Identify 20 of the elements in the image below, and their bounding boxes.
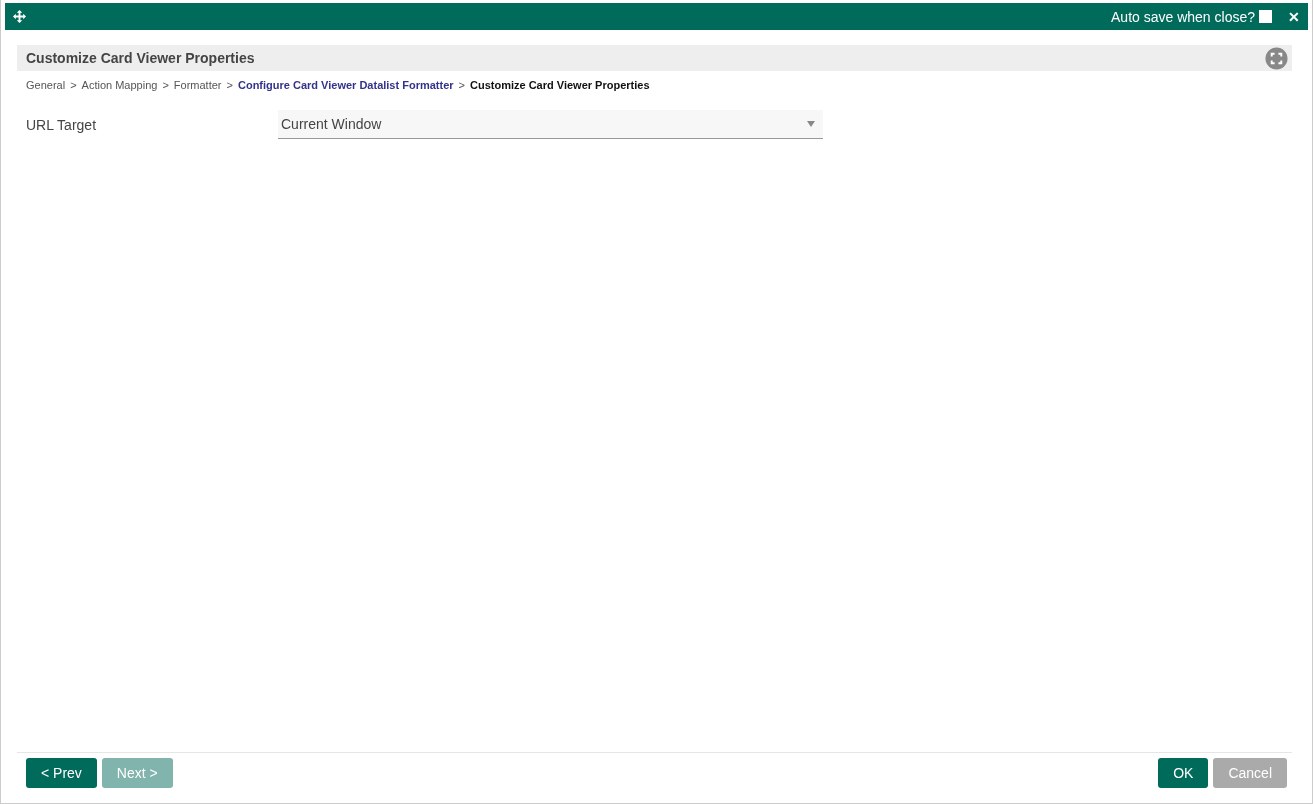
breadcrumb-separator: > [226,79,233,91]
breadcrumb-item[interactable]: Configure Card Viewer Datalist Formatter [237,79,454,91]
autosave-label: Auto save when close? [1111,8,1255,25]
breadcrumb-item[interactable]: General [26,79,66,91]
field-label: URL Target [26,116,98,133]
breadcrumb-item[interactable]: Action Mapping [81,79,158,91]
prev-button[interactable]: < Prev [26,758,97,788]
breadcrumb-separator: > [458,79,465,91]
move-icon[interactable] [13,10,26,23]
ok-button[interactable]: OK [1158,758,1209,788]
breadcrumb-separator: > [70,79,77,91]
breadcrumb-separator: > [162,79,169,91]
dropdown-arrow-icon [807,121,815,127]
autosave-checkbox[interactable] [1259,10,1272,23]
breadcrumb-item[interactable]: Formatter [173,79,222,91]
breadcrumb-item: Customize Card Viewer Properties [470,79,650,91]
url-target-dropdown[interactable]: Current Window [278,110,823,139]
panel-title: Customize Card Viewer Properties [26,50,255,66]
close-button[interactable]: ✕ [1288,8,1300,25]
fullscreen-icon[interactable] [1265,46,1288,70]
